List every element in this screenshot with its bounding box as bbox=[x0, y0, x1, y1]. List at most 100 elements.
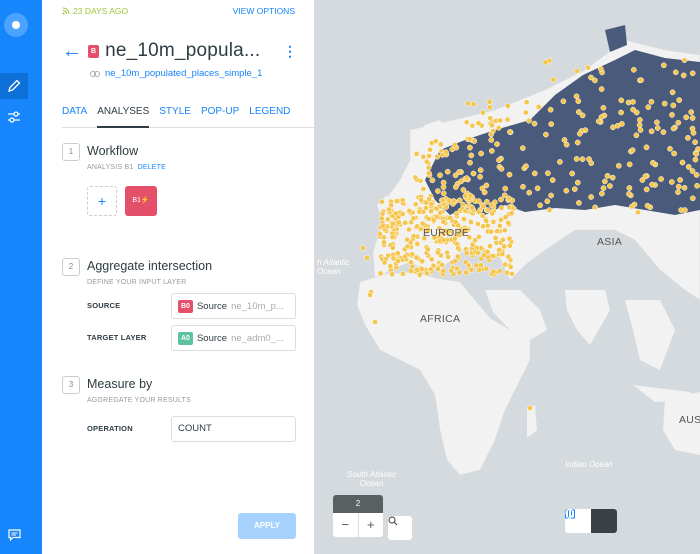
place-point[interactable] bbox=[467, 192, 474, 199]
place-point[interactable] bbox=[503, 269, 510, 276]
place-point[interactable] bbox=[454, 253, 461, 260]
place-point[interactable] bbox=[644, 202, 651, 209]
place-point[interactable] bbox=[574, 68, 580, 74]
layer-source-link[interactable]: ne_10m_populated_places_simple_1 bbox=[90, 68, 262, 79]
place-point[interactable] bbox=[542, 59, 549, 66]
zoom-in-button[interactable]: + bbox=[359, 513, 384, 537]
place-point[interactable] bbox=[477, 167, 484, 173]
place-point[interactable] bbox=[585, 64, 591, 71]
place-point[interactable] bbox=[420, 153, 427, 160]
place-point[interactable] bbox=[437, 172, 443, 179]
place-point[interactable] bbox=[543, 131, 549, 138]
map-view-button[interactable] bbox=[565, 509, 617, 533]
place-point[interactable] bbox=[637, 127, 644, 133]
place-point[interactable] bbox=[426, 196, 432, 202]
place-point[interactable] bbox=[416, 208, 423, 215]
place-point[interactable] bbox=[488, 137, 495, 143]
place-point[interactable] bbox=[626, 191, 632, 197]
place-point[interactable] bbox=[419, 266, 425, 273]
place-point[interactable] bbox=[557, 159, 563, 165]
place-point[interactable] bbox=[418, 197, 424, 203]
place-point[interactable] bbox=[600, 104, 607, 111]
place-point[interactable] bbox=[456, 197, 463, 204]
place-point[interactable] bbox=[681, 184, 688, 191]
place-point[interactable] bbox=[451, 141, 458, 148]
place-point[interactable] bbox=[496, 157, 502, 164]
place-point[interactable] bbox=[434, 153, 441, 160]
place-point[interactable] bbox=[660, 62, 667, 69]
place-point[interactable] bbox=[475, 221, 481, 227]
place-point[interactable] bbox=[648, 128, 655, 135]
place-point[interactable] bbox=[460, 187, 467, 193]
place-point[interactable] bbox=[689, 125, 696, 132]
place-point[interactable] bbox=[390, 244, 396, 251]
place-point[interactable] bbox=[395, 258, 401, 265]
place-point[interactable] bbox=[476, 209, 482, 215]
place-point[interactable] bbox=[534, 185, 541, 192]
place-point[interactable] bbox=[433, 138, 439, 145]
place-point[interactable] bbox=[523, 99, 530, 106]
place-point[interactable] bbox=[490, 219, 497, 225]
edit-nav-button[interactable] bbox=[0, 73, 28, 99]
workflow-node[interactable]: B1⚡ bbox=[125, 186, 157, 216]
place-point[interactable] bbox=[629, 203, 635, 210]
place-point[interactable] bbox=[440, 219, 447, 225]
place-point[interactable] bbox=[467, 144, 473, 151]
place-point[interactable] bbox=[592, 204, 598, 211]
place-point[interactable] bbox=[607, 183, 613, 189]
place-point[interactable] bbox=[654, 119, 660, 126]
place-point[interactable] bbox=[679, 159, 686, 166]
place-point[interactable] bbox=[364, 255, 370, 261]
place-point[interactable] bbox=[670, 102, 677, 109]
place-point[interactable] bbox=[435, 266, 441, 272]
place-point[interactable] bbox=[526, 117, 532, 124]
place-point[interactable] bbox=[470, 170, 477, 177]
place-point[interactable] bbox=[488, 202, 495, 208]
place-point[interactable] bbox=[502, 185, 509, 192]
tab-analyses[interactable]: ANALYSES bbox=[97, 104, 150, 128]
place-point[interactable] bbox=[390, 220, 396, 227]
place-point[interactable] bbox=[423, 270, 430, 277]
apply-button[interactable]: APPLY bbox=[238, 513, 296, 539]
place-point[interactable] bbox=[406, 208, 413, 214]
feedback-nav-button[interactable] bbox=[0, 522, 28, 548]
place-point[interactable] bbox=[685, 164, 692, 170]
place-point[interactable] bbox=[648, 98, 655, 105]
place-point[interactable] bbox=[547, 106, 554, 113]
place-point[interactable] bbox=[479, 185, 486, 192]
place-point[interactable] bbox=[408, 259, 414, 266]
place-point[interactable] bbox=[435, 188, 441, 194]
place-point[interactable] bbox=[469, 122, 476, 129]
place-point[interactable] bbox=[483, 218, 489, 224]
place-point[interactable] bbox=[466, 136, 473, 142]
tab-pop-up[interactable]: POP-UP bbox=[201, 104, 239, 128]
place-point[interactable] bbox=[425, 215, 432, 222]
place-point[interactable] bbox=[597, 66, 604, 72]
place-point[interactable] bbox=[676, 97, 683, 103]
place-point[interactable] bbox=[689, 70, 696, 77]
place-point[interactable] bbox=[419, 220, 426, 227]
map-search-button[interactable] bbox=[388, 516, 412, 540]
place-point[interactable] bbox=[575, 109, 582, 115]
analysis-form[interactable]: 1 Workflow ANALYSIS B1 DELETE + B1⚡ 2 Ag… bbox=[42, 129, 315, 447]
place-point[interactable] bbox=[372, 319, 378, 325]
place-point[interactable] bbox=[630, 106, 636, 113]
place-point[interactable] bbox=[531, 120, 538, 127]
place-point[interactable] bbox=[396, 219, 402, 226]
place-point[interactable] bbox=[506, 242, 513, 249]
place-point[interactable] bbox=[420, 186, 427, 192]
place-point[interactable] bbox=[633, 132, 640, 139]
delete-analysis-link[interactable]: DELETE bbox=[138, 164, 166, 171]
place-point[interactable] bbox=[471, 138, 478, 144]
place-point[interactable] bbox=[425, 246, 431, 253]
place-point[interactable] bbox=[378, 215, 385, 222]
place-point[interactable] bbox=[389, 234, 396, 240]
place-point[interactable] bbox=[452, 184, 459, 190]
place-point[interactable] bbox=[506, 235, 513, 242]
place-point[interactable] bbox=[563, 187, 570, 194]
place-point[interactable] bbox=[444, 168, 451, 175]
place-point[interactable] bbox=[693, 151, 700, 157]
place-point[interactable] bbox=[433, 205, 440, 212]
place-point[interactable] bbox=[575, 98, 582, 104]
place-point[interactable] bbox=[681, 57, 688, 63]
